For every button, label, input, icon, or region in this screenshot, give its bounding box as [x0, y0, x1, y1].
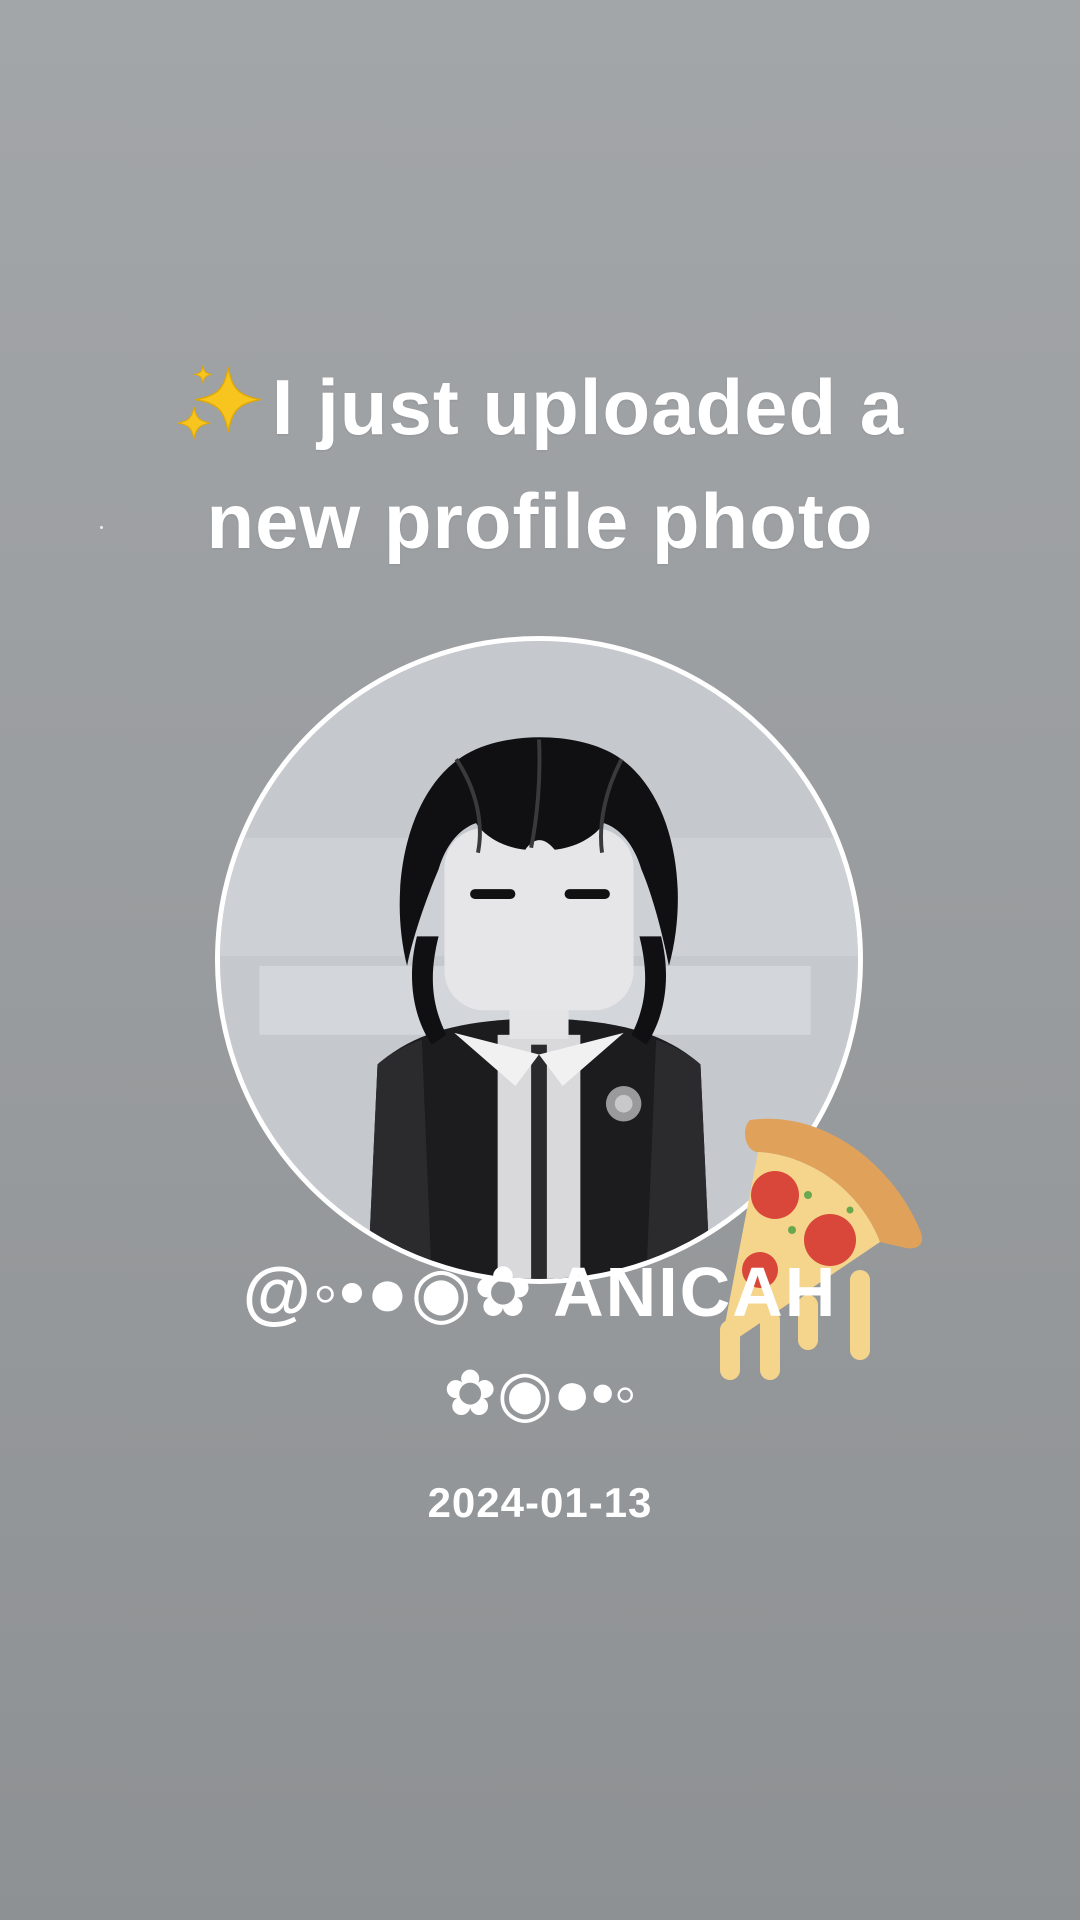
headline-line-1: I just uploaded a	[0, 350, 1080, 464]
username-line-2: ✿◉●•◦	[443, 1357, 637, 1429]
dust-speck	[100, 526, 103, 529]
headline-text-1: I just uploaded a	[271, 363, 905, 451]
upload-date: 2024-01-13	[427, 1479, 653, 1526]
username-line-1[interactable]: @◦•●◉✿ ANICAH	[0, 1244, 1080, 1340]
headline-line-2: new profile photo	[206, 477, 874, 565]
sparkles-icon	[177, 365, 261, 440]
headline: I just uploaded a new profile photo	[0, 350, 1080, 578]
